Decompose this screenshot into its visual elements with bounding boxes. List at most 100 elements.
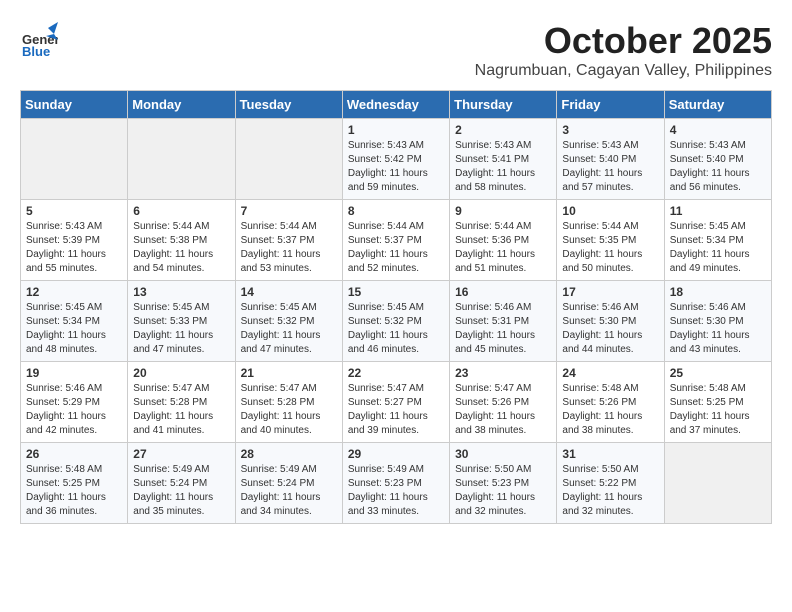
calendar-cell: 31 Sunrise: 5:50 AMSunset: 5:22 PMDayligh… xyxy=(557,443,664,524)
day-info: Sunrise: 5:44 AMSunset: 5:36 PMDaylight:… xyxy=(455,221,535,274)
day-info: Sunrise: 5:43 AMSunset: 5:42 PMDaylight:… xyxy=(348,140,428,193)
logo: General Blue xyxy=(20,20,58,58)
day-info: Sunrise: 5:49 AMSunset: 5:24 PMDaylight:… xyxy=(133,464,213,517)
weekday-header: Tuesday xyxy=(235,91,342,119)
calendar-cell: 18 Sunrise: 5:46 AMSunset: 5:30 PMDayligh… xyxy=(664,281,771,362)
day-info: Sunrise: 5:47 AMSunset: 5:28 PMDaylight:… xyxy=(133,383,213,436)
calendar-cell: 28 Sunrise: 5:49 AMSunset: 5:24 PMDayligh… xyxy=(235,443,342,524)
calendar-week-row: 1Sunrise: 5:43 AMSunset: 5:42 PMDaylight… xyxy=(21,119,772,200)
day-number: 23 xyxy=(455,366,551,380)
day-info: Sunrise: 5:46 AMSunset: 5:31 PMDaylight:… xyxy=(455,302,535,355)
day-info: Sunrise: 5:49 AMSunset: 5:24 PMDaylight:… xyxy=(241,464,321,517)
day-info: Sunrise: 5:44 AMSunset: 5:37 PMDaylight:… xyxy=(241,221,321,274)
day-number: 22 xyxy=(348,366,444,380)
calendar-cell: 3Sunrise: 5:43 AMSunset: 5:40 PMDaylight… xyxy=(557,119,664,200)
calendar-cell: 1Sunrise: 5:43 AMSunset: 5:42 PMDaylight… xyxy=(342,119,449,200)
day-number: 16 xyxy=(455,285,551,299)
calendar-cell: 7 Sunrise: 5:44 AMSunset: 5:37 PMDaylight… xyxy=(235,200,342,281)
calendar-cell: 11 Sunrise: 5:45 AMSunset: 5:34 PMDayligh… xyxy=(664,200,771,281)
day-number: 28 xyxy=(241,447,337,461)
calendar-header-row: SundayMondayTuesdayWednesdayThursdayFrid… xyxy=(21,91,772,119)
day-info: Sunrise: 5:48 AMSunset: 5:26 PMDaylight:… xyxy=(562,383,642,436)
day-number: 30 xyxy=(455,447,551,461)
calendar-cell: 2 Sunrise: 5:43 AMSunset: 5:41 PMDaylight… xyxy=(450,119,557,200)
day-number: 14 xyxy=(241,285,337,299)
day-info: Sunrise: 5:43 AMSunset: 5:41 PMDaylight:… xyxy=(455,140,535,193)
day-info: Sunrise: 5:46 AMSunset: 5:30 PMDaylight:… xyxy=(670,302,750,355)
calendar-week-row: 19Sunrise: 5:46 AMSunset: 5:29 PMDayligh… xyxy=(21,362,772,443)
day-info: Sunrise: 5:43 AMSunset: 5:40 PMDaylight:… xyxy=(562,140,642,193)
calendar-week-row: 12 Sunrise: 5:45 AMSunset: 5:34 PMDayligh… xyxy=(21,281,772,362)
day-info: Sunrise: 5:50 AMSunset: 5:22 PMDaylight:… xyxy=(562,464,642,517)
day-number: 13 xyxy=(133,285,229,299)
day-number: 6 xyxy=(133,204,229,218)
day-number: 31 xyxy=(562,447,658,461)
day-info: Sunrise: 5:45 AMSunset: 5:32 PMDaylight:… xyxy=(348,302,428,355)
day-info: Sunrise: 5:44 AMSunset: 5:35 PMDaylight:… xyxy=(562,221,642,274)
day-number: 9 xyxy=(455,204,551,218)
calendar-cell: 25 Sunrise: 5:48 AMSunset: 5:25 PMDayligh… xyxy=(664,362,771,443)
day-info: Sunrise: 5:47 AMSunset: 5:28 PMDaylight:… xyxy=(241,383,321,436)
logo-icon: General Blue xyxy=(20,20,58,58)
day-info: Sunrise: 5:45 AMSunset: 5:33 PMDaylight:… xyxy=(133,302,213,355)
day-info: Sunrise: 5:43 AMSunset: 5:40 PMDaylight:… xyxy=(670,140,750,193)
day-info: Sunrise: 5:47 AMSunset: 5:26 PMDaylight:… xyxy=(455,383,535,436)
calendar-cell: 29 Sunrise: 5:49 AMSunset: 5:23 PMDayligh… xyxy=(342,443,449,524)
day-info: Sunrise: 5:45 AMSunset: 5:32 PMDaylight:… xyxy=(241,302,321,355)
calendar-cell: 23 Sunrise: 5:47 AMSunset: 5:26 PMDayligh… xyxy=(450,362,557,443)
day-info: Sunrise: 5:44 AMSunset: 5:38 PMDaylight:… xyxy=(133,221,213,274)
calendar-cell: 15Sunrise: 5:45 AMSunset: 5:32 PMDayligh… xyxy=(342,281,449,362)
calendar-cell: 10Sunrise: 5:44 AMSunset: 5:35 PMDayligh… xyxy=(557,200,664,281)
day-info: Sunrise: 5:43 AMSunset: 5:39 PMDaylight:… xyxy=(26,221,106,274)
day-number: 2 xyxy=(455,123,551,137)
day-info: Sunrise: 5:46 AMSunset: 5:30 PMDaylight:… xyxy=(562,302,642,355)
calendar-cell: 24 Sunrise: 5:48 AMSunset: 5:26 PMDayligh… xyxy=(557,362,664,443)
day-info: Sunrise: 5:47 AMSunset: 5:27 PMDaylight:… xyxy=(348,383,428,436)
day-info: Sunrise: 5:48 AMSunset: 5:25 PMDaylight:… xyxy=(670,383,750,436)
calendar-cell: 8 Sunrise: 5:44 AMSunset: 5:37 PMDaylight… xyxy=(342,200,449,281)
calendar-cell: 16 Sunrise: 5:46 AMSunset: 5:31 PMDayligh… xyxy=(450,281,557,362)
weekday-header: Sunday xyxy=(21,91,128,119)
day-number: 19 xyxy=(26,366,122,380)
day-number: 27 xyxy=(133,447,229,461)
day-info: Sunrise: 5:50 AMSunset: 5:23 PMDaylight:… xyxy=(455,464,535,517)
day-number: 29 xyxy=(348,447,444,461)
calendar-cell xyxy=(21,119,128,200)
calendar-cell: 9 Sunrise: 5:44 AMSunset: 5:36 PMDaylight… xyxy=(450,200,557,281)
day-number: 24 xyxy=(562,366,658,380)
day-number: 25 xyxy=(670,366,766,380)
day-number: 26 xyxy=(26,447,122,461)
calendar-cell: 17 Sunrise: 5:46 AMSunset: 5:30 PMDayligh… xyxy=(557,281,664,362)
header-section: October 2025 Nagrumbuan, Cagayan Valley,… xyxy=(20,20,772,80)
day-number: 11 xyxy=(670,204,766,218)
calendar-week-row: 5 Sunrise: 5:43 AMSunset: 5:39 PMDaylight… xyxy=(21,200,772,281)
day-number: 18 xyxy=(670,285,766,299)
calendar-cell: 6 Sunrise: 5:44 AMSunset: 5:38 PMDaylight… xyxy=(128,200,235,281)
day-number: 8 xyxy=(348,204,444,218)
weekday-header: Wednesday xyxy=(342,91,449,119)
day-info: Sunrise: 5:45 AMSunset: 5:34 PMDaylight:… xyxy=(670,221,750,274)
calendar-table: SundayMondayTuesdayWednesdayThursdayFrid… xyxy=(20,90,772,524)
calendar-cell: 30 Sunrise: 5:50 AMSunset: 5:23 PMDayligh… xyxy=(450,443,557,524)
day-number: 20 xyxy=(133,366,229,380)
day-number: 12 xyxy=(26,285,122,299)
calendar-week-row: 26 Sunrise: 5:48 AMSunset: 5:25 PMDayligh… xyxy=(21,443,772,524)
day-number: 21 xyxy=(241,366,337,380)
month-title: October 2025 xyxy=(20,20,772,62)
day-info: Sunrise: 5:44 AMSunset: 5:37 PMDaylight:… xyxy=(348,221,428,274)
weekday-header: Friday xyxy=(557,91,664,119)
location-title: Nagrumbuan, Cagayan Valley, Philippines xyxy=(20,62,772,80)
calendar-cell: 14 Sunrise: 5:45 AMSunset: 5:32 PMDayligh… xyxy=(235,281,342,362)
day-number: 17 xyxy=(562,285,658,299)
calendar-cell: 27 Sunrise: 5:49 AMSunset: 5:24 PMDayligh… xyxy=(128,443,235,524)
calendar-cell xyxy=(128,119,235,200)
day-info: Sunrise: 5:45 AMSunset: 5:34 PMDaylight:… xyxy=(26,302,106,355)
day-info: Sunrise: 5:48 AMSunset: 5:25 PMDaylight:… xyxy=(26,464,106,517)
svg-text:Blue: Blue xyxy=(22,44,50,58)
calendar-cell: 19Sunrise: 5:46 AMSunset: 5:29 PMDayligh… xyxy=(21,362,128,443)
day-number: 5 xyxy=(26,204,122,218)
calendar-cell: 21 Sunrise: 5:47 AMSunset: 5:28 PMDayligh… xyxy=(235,362,342,443)
calendar-cell xyxy=(664,443,771,524)
day-info: Sunrise: 5:49 AMSunset: 5:23 PMDaylight:… xyxy=(348,464,428,517)
day-number: 7 xyxy=(241,204,337,218)
